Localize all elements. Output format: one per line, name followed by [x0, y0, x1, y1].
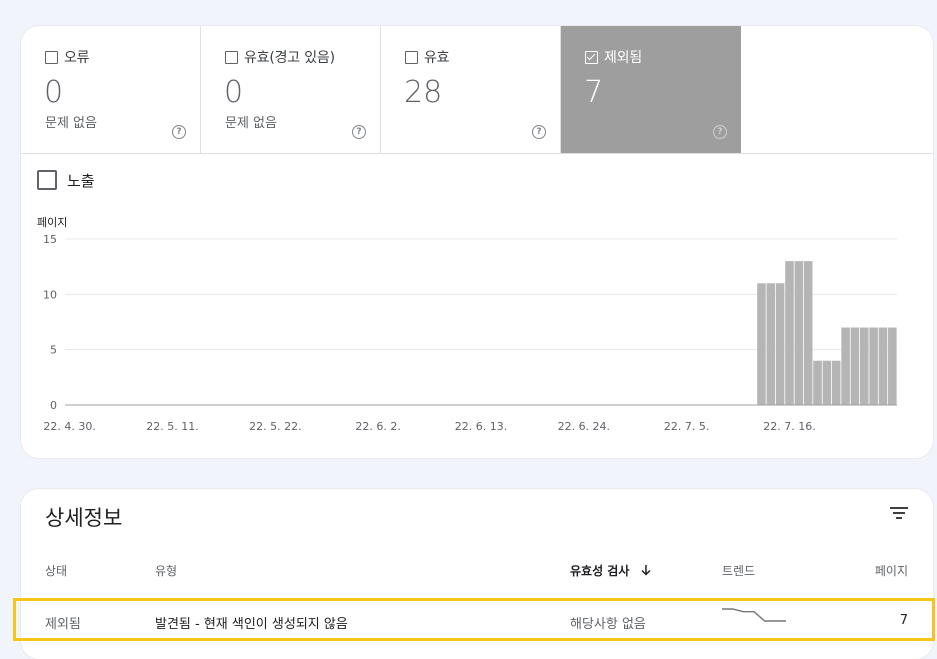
x-tick-label: 22. 4. 30. — [43, 420, 95, 433]
row-type[interactable]: 발견됨 - 현재 색인이 생성되지 않음 — [155, 613, 348, 632]
row-pages: 7 — [899, 613, 908, 628]
coverage-card: 오류 0 문제 없음 ? 유효(경고 있음) 0 문제 없음 ? 유효 28 ?… — [21, 26, 933, 458]
x-tick-label: 22. 6. 13. — [455, 420, 507, 433]
chart-bar — [757, 283, 766, 405]
column-header-type[interactable]: 유형 — [155, 562, 177, 579]
y-tick-label: 10 — [43, 288, 57, 301]
row-status: 제외됨 — [45, 617, 81, 632]
chart-bar — [860, 327, 869, 405]
column-header-status[interactable]: 상태 — [45, 562, 67, 579]
column-header-validation[interactable]: 유효성 검사 — [570, 562, 652, 579]
sparkline-line — [722, 608, 786, 622]
details-title: 상세정보 — [45, 506, 123, 530]
column-header-pages[interactable]: 페이지 — [875, 562, 908, 579]
chart-bar — [794, 261, 804, 405]
table-row[interactable] — [13, 598, 935, 641]
pages-bar-chart: 페이지 0 5 10 15 22. 4. 30. 22. 5. 11. 22. 5. 22. 2… — [37, 216, 897, 433]
x-tick-label: 22. 7. 16. — [763, 420, 815, 433]
trend-sparkline — [722, 608, 786, 622]
x-tick-label: 22. 6. 2. — [355, 420, 400, 433]
chart-bar — [831, 360, 841, 405]
chart-bar — [803, 261, 813, 405]
chart-bar — [813, 360, 822, 405]
y-tick-label: 5 — [50, 344, 57, 357]
chart-bar — [822, 360, 832, 405]
filter-icon[interactable] — [890, 506, 908, 520]
x-tick-label: 22. 5. 11. — [146, 420, 198, 433]
chart-bar — [775, 283, 785, 405]
x-tick-label: 22. 5. 22. — [249, 420, 301, 433]
y-tick-label: 0 — [50, 399, 57, 412]
x-tick-label: 22. 6. 24. — [558, 420, 610, 433]
y-tick-label: 15 — [43, 233, 57, 246]
column-header-trend[interactable]: 트렌드 — [722, 562, 755, 579]
chart-bar — [888, 327, 897, 405]
chart-bar — [878, 327, 888, 405]
chart-bar — [869, 327, 878, 405]
chart-bar — [766, 283, 776, 405]
chart-bar — [850, 327, 860, 405]
x-tick-label: 22. 7. 5. — [664, 420, 709, 433]
sort-arrow-down-icon — [641, 565, 651, 576]
y-axis-label: 페이지 — [37, 216, 67, 229]
details-card: 상세정보 상태 유형 유효성 검사 트렌드 페이지 제외됨 발견됨 - 현재 색… — [13, 489, 935, 659]
chart-bar — [841, 327, 850, 405]
chart-bar — [785, 261, 794, 405]
column-header-validation-label: 유효성 검사 — [570, 564, 630, 578]
row-validation: 해당사항 없음 — [570, 617, 646, 632]
